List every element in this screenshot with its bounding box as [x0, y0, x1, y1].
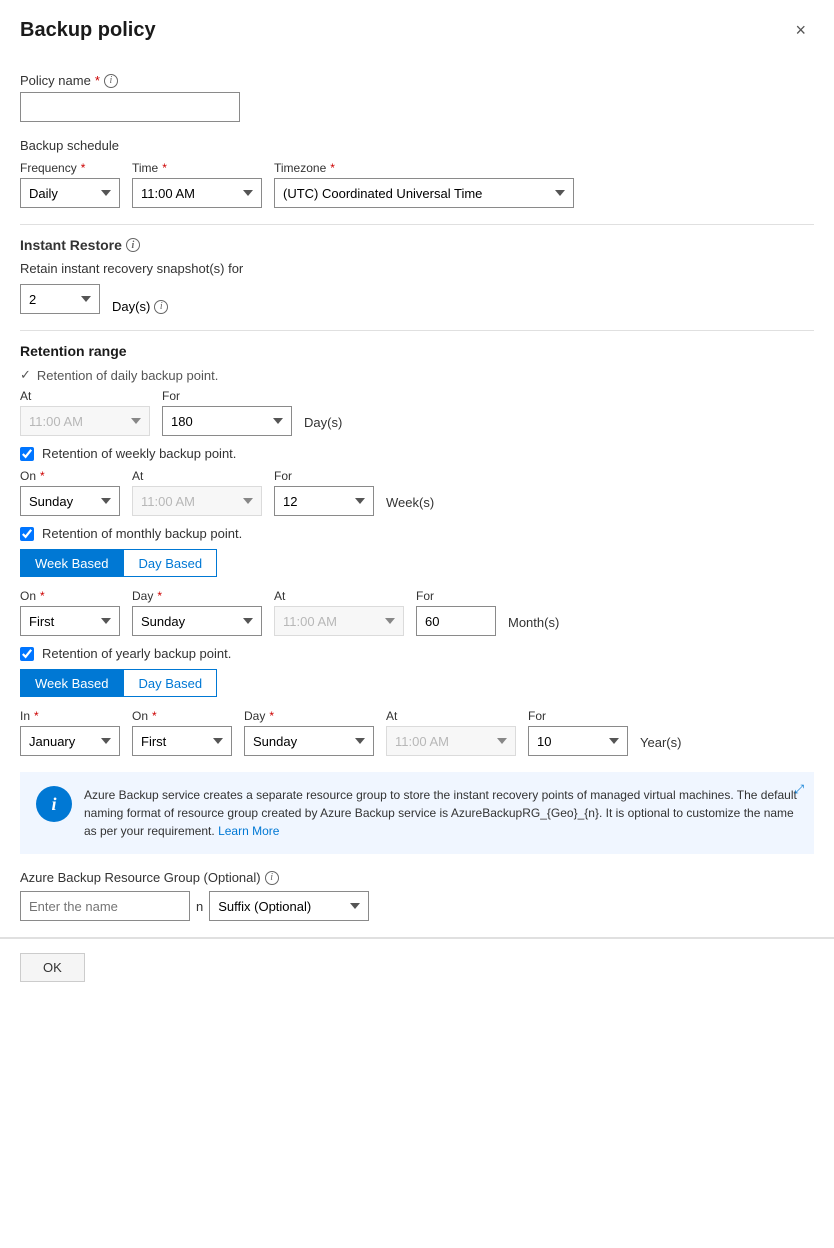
yearly-in-select[interactable]: JanuaryFebruaryMarchAprilMayJuneJulyAugu…: [20, 726, 120, 756]
resource-group-section: Azure Backup Resource Group (Optional) i…: [20, 870, 814, 921]
yearly-day-select[interactable]: SundayMondayTuesdayWednesdayThursdayFrid…: [244, 726, 374, 756]
daily-unit-label: Day(s): [304, 415, 342, 436]
resource-group-label: Azure Backup Resource Group (Optional): [20, 870, 261, 885]
instant-restore-title: Instant Restore: [20, 237, 122, 253]
weekly-for-select[interactable]: 121248: [274, 486, 374, 516]
monthly-tab-group: Week Based Day Based: [20, 549, 814, 577]
close-button[interactable]: ×: [787, 16, 814, 45]
monthly-on-group: On * FirstSecondThirdFourthLast: [20, 589, 120, 636]
retain-label: Retain instant recovery snapshot(s) for: [20, 261, 814, 276]
days-unit-label: Day(s): [112, 299, 150, 314]
instant-restore-section: Instant Restore i Retain instant recover…: [20, 237, 814, 314]
learn-more-link[interactable]: Learn More: [218, 824, 279, 838]
monthly-day-group: Day * SundayMondayTuesdayWednesdayThursd…: [132, 589, 262, 636]
yearly-checkbox-label: Retention of yearly backup point.: [42, 646, 231, 661]
policy-name-label: Policy name * i: [20, 73, 814, 88]
weekly-on-select[interactable]: SundayMondayTuesdayWednesdayThursdayFrid…: [20, 486, 120, 516]
monthly-checkbox[interactable]: [20, 527, 34, 541]
retention-range-title: Retention range: [20, 343, 814, 359]
monthly-week-based-tab[interactable]: Week Based: [20, 549, 123, 577]
yearly-in-group: In * JanuaryFebruaryMarchAprilMayJuneJul…: [20, 709, 120, 756]
yearly-at-select: 11:00 AM: [386, 726, 516, 756]
daily-for-select[interactable]: 180306090: [162, 406, 292, 436]
monthly-unit-label: Month(s): [508, 615, 559, 636]
panel-body: Policy name * i Backup schedule Frequenc…: [0, 57, 834, 937]
divider-1: [20, 224, 814, 225]
monthly-for-input[interactable]: [416, 606, 496, 636]
weekly-at-group: At 11:00 AM: [132, 469, 262, 516]
time-group: Time * 11:00 AM: [132, 161, 262, 208]
weekly-on-group: On * SundayMondayTuesdayWednesdayThursda…: [20, 469, 120, 516]
frequency-select[interactable]: Daily Weekly: [20, 178, 120, 208]
daily-check-icon: ✓: [20, 367, 31, 383]
required-star: *: [95, 73, 100, 88]
info-banner-icon: i: [36, 786, 72, 822]
yearly-for-group: For 10125: [528, 709, 628, 756]
timezone-select[interactable]: (UTC) Coordinated Universal Time: [274, 178, 574, 208]
weekly-checkbox-label: Retention of weekly backup point.: [42, 446, 236, 461]
yearly-checkbox-row: Retention of yearly backup point.: [20, 646, 814, 661]
policy-name-section: Policy name * i: [20, 73, 814, 122]
policy-name-input[interactable]: [20, 92, 240, 122]
retention-range-section: Retention range ✓ Retention of daily bac…: [20, 343, 814, 756]
resource-suffix-select[interactable]: Suffix (Optional): [209, 891, 369, 921]
yearly-at-group: At 11:00 AM: [386, 709, 516, 756]
info-banner-text: Azure Backup service creates a separate …: [84, 786, 798, 840]
daily-retention-label: Retention of daily backup point.: [37, 368, 218, 383]
schedule-row: Frequency * Daily Weekly Time * 11:00 AM: [20, 161, 814, 208]
yearly-fields-row: In * JanuaryFebruaryMarchAprilMayJuneJul…: [20, 709, 814, 756]
panel-footer: OK: [0, 938, 834, 996]
weekly-for-group: For 121248: [274, 469, 374, 516]
yearly-day-based-tab[interactable]: Day Based: [123, 669, 217, 697]
weekly-checkbox[interactable]: [20, 447, 34, 461]
yearly-day-group: Day * SundayMondayTuesdayWednesdayThursd…: [244, 709, 374, 756]
daily-at-select: 11:00 AM: [20, 406, 150, 436]
daily-at-group: At 11:00 AM: [20, 389, 150, 436]
yearly-unit-label: Year(s): [640, 735, 681, 756]
days-info-icon[interactable]: i: [154, 300, 168, 314]
yearly-on-group: On * FirstSecondThirdFourthLast: [132, 709, 232, 756]
monthly-checkbox-row: Retention of monthly backup point.: [20, 526, 814, 541]
monthly-for-group: For: [416, 589, 496, 636]
panel-header: Backup policy ×: [0, 0, 834, 57]
backup-schedule-label: Backup schedule: [20, 138, 814, 153]
retain-row: 21345 Day(s) i: [20, 284, 814, 314]
yearly-tab-group: Week Based Day Based: [20, 669, 814, 697]
resource-group-info-icon[interactable]: i: [265, 871, 279, 885]
monthly-at-select: 11:00 AM: [274, 606, 404, 636]
resource-inputs-row: n Suffix (Optional): [20, 891, 814, 921]
n-label: n: [196, 899, 203, 914]
monthly-day-based-tab[interactable]: Day Based: [123, 549, 217, 577]
instant-restore-info-icon[interactable]: i: [126, 238, 140, 252]
timezone-group: Timezone * (UTC) Coordinated Universal T…: [274, 161, 574, 208]
yearly-on-select[interactable]: FirstSecondThirdFourthLast: [132, 726, 232, 756]
resource-name-input[interactable]: [20, 891, 190, 921]
daily-fields-row: At 11:00 AM For 180306090 Day(s): [20, 389, 814, 436]
yearly-week-based-tab[interactable]: Week Based: [20, 669, 123, 697]
yearly-checkbox[interactable]: [20, 647, 34, 661]
monthly-on-select[interactable]: FirstSecondThirdFourthLast: [20, 606, 120, 636]
monthly-fields-row: On * FirstSecondThirdFourthLast Day * Su…: [20, 589, 814, 636]
daily-for-group: For 180306090: [162, 389, 292, 436]
ok-button[interactable]: OK: [20, 953, 85, 982]
weekly-at-select: 11:00 AM: [132, 486, 262, 516]
divider-2: [20, 330, 814, 331]
monthly-day-select[interactable]: SundayMondayTuesdayWednesdayThursdayFrid…: [132, 606, 262, 636]
time-select[interactable]: 11:00 AM: [132, 178, 262, 208]
days-select[interactable]: 21345: [20, 284, 100, 314]
daily-retention-row: ✓ Retention of daily backup point.: [20, 367, 814, 383]
weekly-unit-label: Week(s): [386, 495, 434, 516]
backup-schedule-section: Backup schedule Frequency * Daily Weekly…: [20, 138, 814, 208]
monthly-at-group: At 11:00 AM: [274, 589, 404, 636]
panel-title: Backup policy: [20, 19, 156, 42]
monthly-checkbox-label: Retention of monthly backup point.: [42, 526, 242, 541]
info-banner: i Azure Backup service creates a separat…: [20, 772, 814, 854]
policy-name-info-icon[interactable]: i: [104, 74, 118, 88]
backup-policy-panel: Backup policy × Policy name * i Backup s…: [0, 0, 834, 1248]
weekly-fields-row: On * SundayMondayTuesdayWednesdayThursda…: [20, 469, 814, 516]
weekly-checkbox-row: Retention of weekly backup point.: [20, 446, 814, 461]
yearly-for-select[interactable]: 10125: [528, 726, 628, 756]
external-link-icon[interactable]: ⤢: [794, 782, 804, 797]
frequency-group: Frequency * Daily Weekly: [20, 161, 120, 208]
